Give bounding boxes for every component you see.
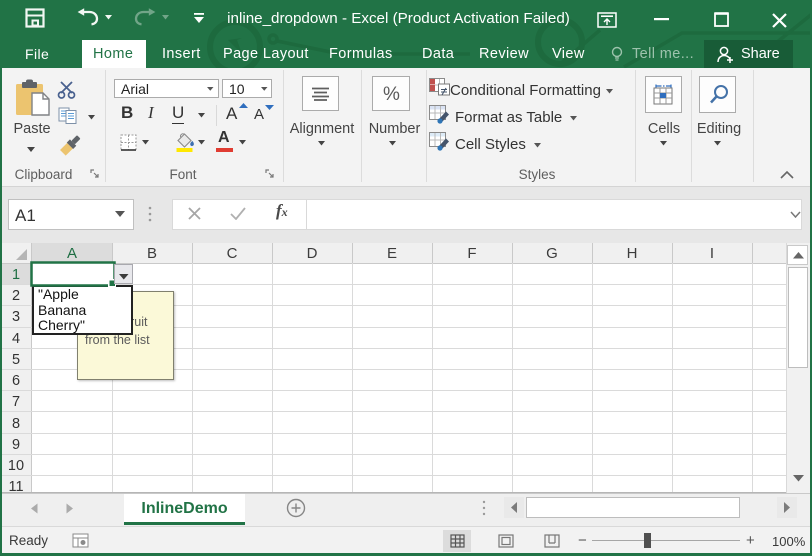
svg-text:6: 6 [12, 373, 20, 389]
svg-text:B: B [147, 245, 157, 262]
svg-text:3: 3 [12, 309, 20, 325]
svg-text:D: D [307, 245, 318, 262]
svg-text:I: I [710, 245, 714, 262]
svg-text:11: 11 [8, 479, 23, 493]
svg-text:7: 7 [12, 394, 20, 410]
svg-text:9: 9 [12, 437, 20, 453]
svg-text:4: 4 [12, 331, 20, 347]
svg-text:1: 1 [12, 267, 20, 283]
svg-text:5: 5 [12, 352, 20, 368]
svg-text:H: H [627, 245, 638, 262]
svg-text:G: G [546, 245, 558, 262]
svg-text:C: C [227, 245, 238, 262]
svg-text:F: F [467, 245, 476, 262]
svg-text:2: 2 [12, 288, 20, 304]
svg-text:10: 10 [8, 458, 24, 474]
svg-text:8: 8 [12, 416, 20, 432]
svg-text:E: E [387, 245, 397, 262]
